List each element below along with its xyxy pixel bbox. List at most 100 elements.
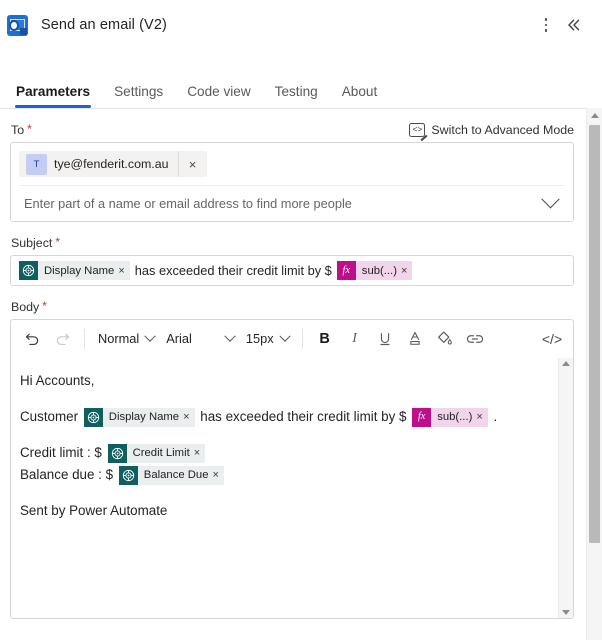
dataverse-icon xyxy=(19,261,38,280)
token-label: sub(...) xyxy=(361,264,397,277)
font-color-icon xyxy=(409,331,420,345)
code-edit-icon: <> xyxy=(409,123,426,137)
paragraph-style-dropdown[interactable]: Normal xyxy=(92,325,160,353)
remove-token-icon[interactable]: × xyxy=(194,442,205,464)
to-label-text: To xyxy=(11,123,25,137)
body-required-marker: * xyxy=(42,299,47,313)
body-paragraph-credit-limit: Credit limit : $ Credit Limit × xyxy=(20,442,548,464)
dynamic-token-display-name[interactable]: Display Name × xyxy=(19,261,130,280)
chevron-down-icon[interactable] xyxy=(541,190,560,209)
fx-icon: fx xyxy=(412,407,432,427)
bold-button[interactable]: B xyxy=(310,324,340,354)
subject-required-marker: * xyxy=(55,235,61,249)
tab-parameters-label: Parameters xyxy=(16,84,91,99)
recipient-chip[interactable]: T tye@fenderit.com.au × xyxy=(19,151,207,177)
recipient-chip-row: T tye@fenderit.com.au × xyxy=(19,151,565,177)
body-line2-suffix: . xyxy=(493,409,498,424)
parameters-panel: To * <> Switch to Advanced Mode T tye@fe… xyxy=(0,123,602,619)
highlight-color-button[interactable] xyxy=(430,324,460,354)
tab-testing-label: Testing xyxy=(274,84,318,99)
underline-button[interactable] xyxy=(370,324,400,354)
dataverse-icon xyxy=(83,407,103,427)
tab-divider xyxy=(0,108,602,109)
code-view-button[interactable]: </> xyxy=(537,324,567,354)
redo-icon xyxy=(56,333,69,346)
body-label-text: Body xyxy=(11,300,40,314)
tab-parameters[interactable]: Parameters xyxy=(4,84,102,108)
remove-token-icon[interactable]: × xyxy=(401,265,412,277)
fx-icon: fx xyxy=(336,261,356,280)
body-content-area[interactable]: Hi Accounts, Customer Display Name × has… xyxy=(11,358,573,618)
to-required-marker: * xyxy=(27,122,32,136)
to-field[interactable]: T tye@fenderit.com.au × Enter part of a … xyxy=(10,142,574,222)
page-scrollbar[interactable] xyxy=(586,108,602,640)
tab-settings[interactable]: Settings xyxy=(102,84,175,108)
body-scrollbar[interactable] xyxy=(558,358,573,618)
avatar: T xyxy=(26,153,47,175)
tab-testing[interactable]: Testing xyxy=(263,84,330,108)
action-header: Send an email (V2) xyxy=(0,0,602,50)
chevron-down-icon xyxy=(224,330,236,342)
page-scroll-thumb[interactable] xyxy=(589,125,600,543)
link-icon xyxy=(466,334,483,343)
dynamic-token-credit-limit[interactable]: Credit Limit × xyxy=(107,442,206,464)
editor-toolbar: Normal Arial 15px B I </> xyxy=(11,320,573,358)
body-rich-text-editor[interactable]: Normal Arial 15px B I </> Hi Accounts, C… xyxy=(10,319,574,619)
token-label: Display Name xyxy=(108,411,180,424)
body-line2-prefix: Customer xyxy=(20,409,79,424)
more-options-button[interactable] xyxy=(532,11,560,39)
remove-token-icon[interactable]: × xyxy=(183,406,194,428)
undo-button[interactable] xyxy=(17,324,47,354)
chevron-down-icon xyxy=(144,330,156,342)
italic-button[interactable]: I xyxy=(340,324,370,354)
scroll-up-icon[interactable] xyxy=(562,361,570,366)
token-label: Credit Limit xyxy=(132,447,190,460)
font-size-dropdown[interactable]: 15px xyxy=(240,325,295,353)
body-greeting: Hi Accounts, xyxy=(20,373,95,388)
dynamic-token-balance-due[interactable]: Balance Due × xyxy=(118,464,224,486)
chevron-double-left-icon xyxy=(568,19,580,31)
dynamic-token-display-name[interactable]: Display Name × xyxy=(83,406,195,428)
body-line2-middle: has exceeded their credit limit by $ xyxy=(200,409,407,424)
to-search-input[interactable]: Enter part of a name or email address to… xyxy=(19,196,544,211)
font-family-value: Arial xyxy=(166,331,192,346)
subject-label: Subject * xyxy=(11,236,574,250)
token-label: sub(...) xyxy=(437,411,473,424)
body-paragraph-customer: Customer Display Name × has exceeded the… xyxy=(20,406,548,428)
redo-button[interactable] xyxy=(47,324,77,354)
dataverse-icon xyxy=(107,443,127,463)
more-options-icon xyxy=(544,18,548,32)
insert-link-button[interactable] xyxy=(460,324,490,354)
page-scroll-up-button[interactable] xyxy=(587,108,602,123)
subject-field[interactable]: Display Name × has exceeded their credit… xyxy=(10,255,574,286)
body-text-content[interactable]: Hi Accounts, Customer Display Name × has… xyxy=(11,358,558,618)
remove-recipient-icon[interactable]: × xyxy=(177,151,207,177)
token-label: Balance Due xyxy=(143,469,209,482)
font-family-dropdown[interactable]: Arial xyxy=(160,325,240,353)
tab-about-label: About xyxy=(341,84,378,99)
switch-to-advanced-mode-button[interactable]: <> Switch to Advanced Mode xyxy=(409,123,574,137)
scroll-down-icon[interactable] xyxy=(562,610,570,615)
expression-token-sub[interactable]: fx sub(...) × xyxy=(412,406,488,428)
chevron-down-icon xyxy=(278,330,291,342)
remove-token-icon[interactable]: × xyxy=(212,464,223,486)
body-label: Body * xyxy=(11,300,574,314)
tab-about[interactable]: About xyxy=(330,84,390,108)
to-search-row[interactable]: Enter part of a name or email address to… xyxy=(19,185,565,221)
body-line4-prefix: Balance due : $ xyxy=(20,467,114,482)
toolbar-divider xyxy=(301,328,303,349)
page-title: Send an email (V2) xyxy=(41,17,167,33)
expression-token-sub[interactable]: fx sub(...) × xyxy=(336,261,413,280)
dataverse-icon xyxy=(118,465,138,485)
remove-token-icon[interactable]: × xyxy=(476,406,487,428)
tab-code-view[interactable]: Code view xyxy=(175,84,262,108)
highlight-icon xyxy=(438,331,452,345)
subject-label-text: Subject xyxy=(11,236,53,250)
font-color-button[interactable] xyxy=(400,324,430,354)
toolbar-divider xyxy=(84,328,85,349)
undo-icon xyxy=(25,333,38,346)
tab-settings-label: Settings xyxy=(114,84,164,99)
body-line3-prefix: Credit limit : $ xyxy=(20,445,102,460)
collapse-panel-button[interactable] xyxy=(560,11,588,39)
remove-token-icon[interactable]: × xyxy=(118,265,129,277)
